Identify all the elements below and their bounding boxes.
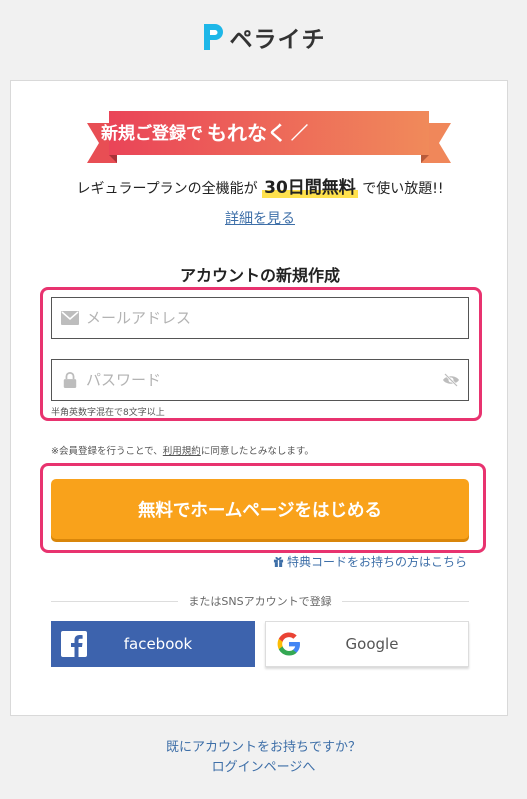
signup-card: ＼ 新規ご登録で もれなく ／ レギュラープランの全機能が 30日間無料 で使い… (10, 80, 508, 716)
form-title: アカウントの新規作成 (179, 266, 340, 285)
envelope-icon (61, 311, 79, 325)
facebook-icon (61, 631, 87, 657)
coupon-link-text: 特典コードをお持ちの方はこちら (286, 555, 467, 569)
detail-link[interactable]: 詳細を見る (11, 208, 509, 228)
login-page-link[interactable]: ログインページへ (0, 758, 527, 778)
ribbon-emphasis-text: もれなく (206, 120, 287, 145)
have-account-link[interactable]: 既にアカウントをお持ちですか？ (0, 738, 527, 758)
password-field-wrapper[interactable] (51, 359, 469, 401)
google-signup-button[interactable]: Google (265, 621, 469, 667)
start-free-button[interactable]: 無料でホームページをはじめる (51, 479, 469, 539)
facebook-signup-button[interactable]: facebook (51, 621, 255, 667)
ribbon-tail-text: ／ (290, 123, 308, 144)
terms-prefix: ※会員登録を行うことで、 (51, 446, 163, 457)
sns-divider: またはSNSアカウントで登録 (51, 593, 470, 609)
password-input[interactable] (86, 360, 442, 400)
ribbon-lead-text: ＼ 新規ご登録で (78, 123, 203, 144)
terms-suffix: に同意したとみなします。 (200, 446, 314, 457)
google-label: Google (345, 635, 399, 653)
promo-ribbon-text: ＼ 新規ご登録で もれなく ／ (33, 111, 353, 151)
header: ペライチ (0, 0, 527, 80)
logo-text: ペライチ (229, 27, 326, 53)
gift-icon (273, 557, 284, 567)
lock-icon (63, 372, 77, 388)
email-input[interactable] (86, 298, 468, 338)
facebook-label: facebook (123, 635, 193, 653)
coupon-link[interactable]: 特典コードをお持ちの方はこちら (273, 553, 467, 570)
plan-prefix: レギュラープランの全機能が (76, 181, 258, 197)
divider-line-right (341, 600, 470, 602)
google-icon (277, 632, 300, 656)
peraichi-logo-icon (203, 24, 223, 50)
footer-links: 既にアカウントをお持ちですか？ ログインページへ (0, 738, 527, 778)
email-field-wrapper[interactable] (51, 297, 469, 339)
terms-notice: ※会員登録を行うことで、利用規約に同意したとみなします。 (51, 443, 314, 457)
plan-description: レギュラープランの全機能が 30日間無料 で使い放題!! (11, 173, 509, 198)
logo[interactable]: ペライチ (202, 20, 326, 54)
terms-link[interactable]: 利用規約 (163, 446, 201, 457)
password-hint: 半角英数字混在で8文字以上 (51, 408, 165, 418)
eye-slash-icon[interactable] (442, 373, 460, 387)
sns-divider-label: またはSNSアカウントで登録 (188, 595, 332, 608)
plan-highlight: 30日間無料 (262, 178, 358, 198)
plan-suffix: で使い放題!! (362, 181, 444, 197)
divider-line-left (51, 600, 179, 602)
